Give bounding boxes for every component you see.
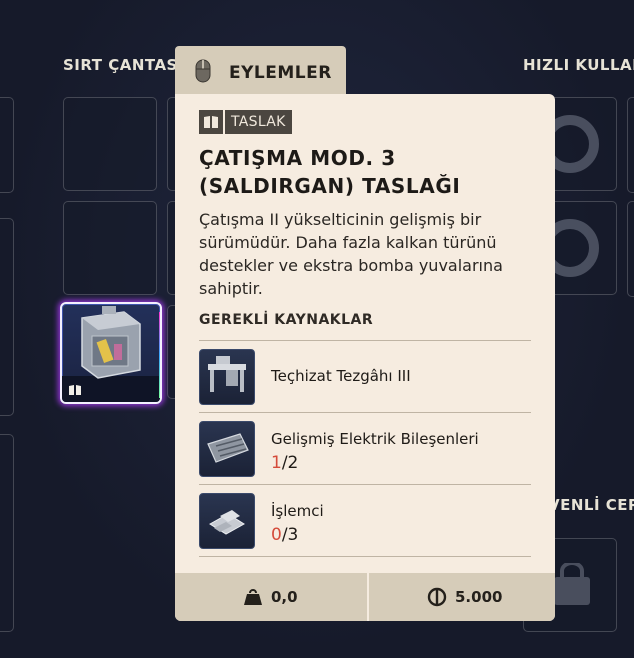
- actions-tab-label: EYLEMLER: [229, 63, 332, 83]
- backpack-label: SIRT ÇANTASI: [63, 56, 184, 74]
- backpack-slot[interactable]: [63, 97, 157, 191]
- resource-have-count: 0: [271, 525, 282, 545]
- workbench-icon: [199, 349, 255, 405]
- equipment-slot[interactable]: [0, 218, 14, 416]
- weight-icon: [244, 589, 262, 605]
- tooltip-footer: 0,0 5.000: [175, 573, 555, 621]
- required-resources-title: GEREKLİ KAYNAKLAR: [199, 312, 374, 328]
- resource-need-count: /3: [281, 525, 299, 545]
- price-stat: 5.000: [427, 573, 502, 621]
- blueprint-icon: [199, 110, 223, 134]
- resource-name: İşlemci: [271, 502, 324, 520]
- footer-divider: [367, 573, 369, 621]
- resource-have-count: 1: [271, 453, 282, 473]
- weight-value: 0,0: [271, 588, 298, 606]
- item-title: ÇATIŞMA MOD. 3 (SALDIRGAN) TASLAĞI: [199, 146, 461, 198]
- rarity-glow: [159, 312, 160, 398]
- quick-use-label: HIZLI KULLAN: [523, 56, 634, 74]
- selected-blueprint-slot[interactable]: [60, 302, 162, 404]
- resource-row[interactable]: Teçhizat Tezgâhı III: [199, 341, 531, 413]
- resource-count: 0/3: [271, 525, 298, 545]
- resource-count: 1/2: [271, 453, 298, 473]
- safe-pocket-label: VENLİ CEP: [548, 496, 634, 514]
- quick-use-slot[interactable]: [627, 201, 634, 297]
- resource-row[interactable]: İşlemci 0/3: [199, 485, 531, 557]
- resource-need-count: /2: [281, 453, 299, 473]
- blueprint-icon: [69, 385, 81, 395]
- processor-icon: [199, 493, 255, 549]
- resource-name: Gelişmiş Elektrik Bileşenleri: [271, 430, 479, 448]
- item-type-tag: TASLAK: [199, 110, 292, 134]
- equipment-slot[interactable]: [0, 434, 14, 632]
- divider: [199, 556, 531, 557]
- resource-row[interactable]: Gelişmiş Elektrik Bileşenleri 1/2: [199, 413, 531, 485]
- mouse-icon: [195, 59, 211, 83]
- item-description: Çatışma II yükselticinin gelişmiş bir sü…: [199, 210, 503, 298]
- coin-icon: [427, 587, 447, 607]
- weight-stat: 0,0: [243, 573, 298, 621]
- actions-tab[interactable]: EYLEMLER: [175, 46, 346, 98]
- electric-components-icon: [199, 421, 255, 477]
- lock-icon: [554, 563, 590, 605]
- price-value: 5.000: [455, 588, 503, 606]
- backpack-slot[interactable]: [63, 201, 157, 295]
- quick-use-slot[interactable]: [627, 97, 634, 193]
- equipment-slot[interactable]: [0, 97, 14, 193]
- resource-name: Teçhizat Tezgâhı III: [271, 367, 411, 385]
- item-type-label: TASLAK: [225, 110, 292, 134]
- item-tooltip-panel: TASLAK ÇATIŞMA MOD. 3 (SALDIRGAN) TASLAĞ…: [175, 94, 555, 621]
